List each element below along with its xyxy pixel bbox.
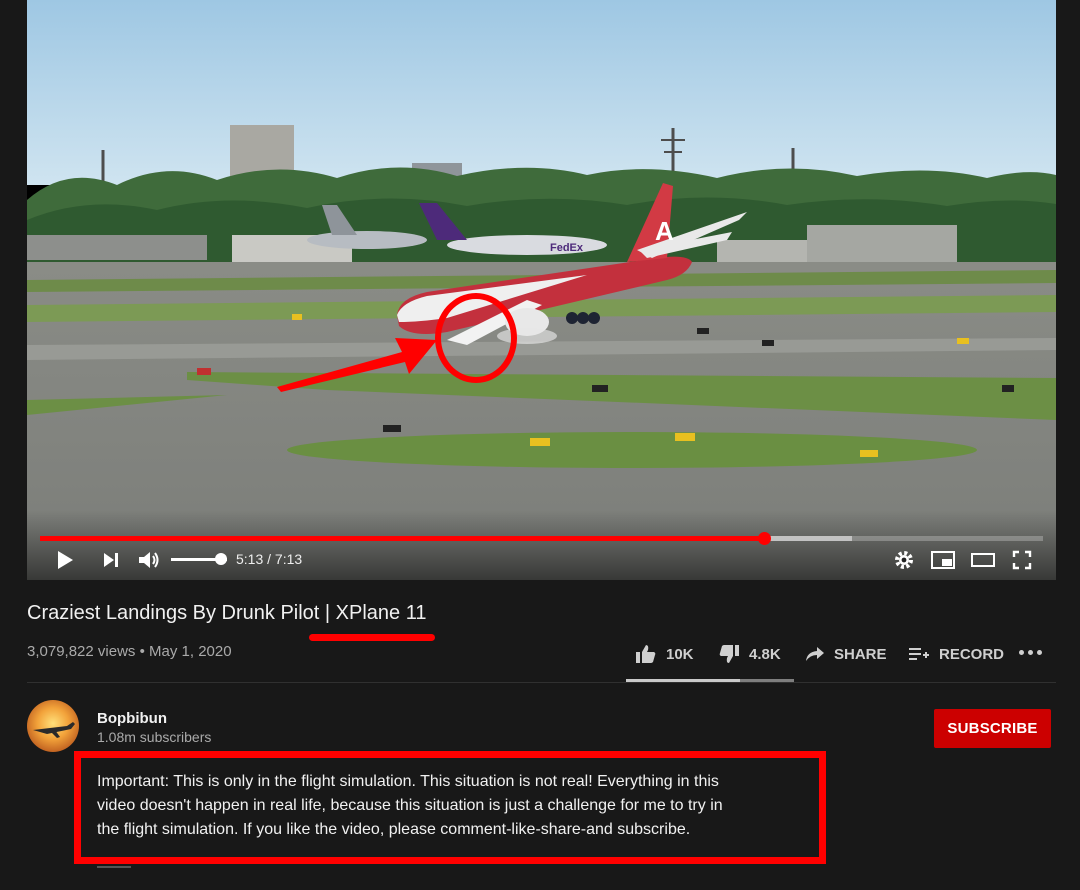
video-player[interactable]: FedEx A 5:13 / 7:13 xyxy=(27,0,1056,580)
section-divider xyxy=(27,682,1056,683)
upload-date: May 1, 2020 xyxy=(149,643,232,660)
video-frame: FedEx A xyxy=(27,0,1056,580)
like-button[interactable]: 10K xyxy=(635,642,694,666)
miniplayer-button[interactable] xyxy=(930,547,956,573)
theater-icon xyxy=(971,553,995,567)
played-bar xyxy=(40,536,765,541)
view-count: 3,079,822 views xyxy=(27,643,136,660)
show-more-button[interactable] xyxy=(97,866,131,868)
playlist-add-icon xyxy=(909,648,929,660)
progress-bar[interactable] xyxy=(40,532,1043,545)
dislike-count: 4.8K xyxy=(749,645,781,663)
dislike-button[interactable]: 4.8K xyxy=(718,642,781,666)
subscriber-count: 1.08m subscribers xyxy=(97,729,212,745)
settings-button[interactable] xyxy=(893,547,915,573)
fullscreen-icon xyxy=(1012,550,1032,570)
next-icon xyxy=(104,553,118,567)
avatar-image xyxy=(27,700,79,752)
miniplayer-icon xyxy=(931,551,955,569)
record-label: RECORD xyxy=(939,645,1005,663)
settings-icon xyxy=(895,551,913,569)
subscribe-button[interactable]: SUBSCRIBE xyxy=(934,709,1051,748)
like-count: 10K xyxy=(666,645,694,663)
more-dot-icon xyxy=(1037,650,1042,655)
share-label: SHARE xyxy=(834,645,887,663)
theater-mode-button[interactable] xyxy=(970,547,996,573)
fullscreen-button[interactable] xyxy=(1011,547,1033,573)
fedex-livery: FedEx xyxy=(550,242,584,254)
channel-name[interactable]: Bopbibun xyxy=(97,710,167,727)
video-description: Important: This is only in the flight si… xyxy=(97,770,787,842)
more-actions-button[interactable] xyxy=(1019,650,1042,655)
time-display: 5:13 / 7:13 xyxy=(236,551,303,567)
description-line: video doesn't happen in real life, becau… xyxy=(97,797,723,814)
video-title: Craziest Landings By Drunk Pilot | XPlan… xyxy=(27,602,427,624)
play-button[interactable] xyxy=(55,547,75,573)
meta-separator: • xyxy=(139,643,145,660)
tail-logo: A xyxy=(655,216,674,246)
more-dot-icon xyxy=(1028,650,1033,655)
description-line: the flight simulation. If you like the v… xyxy=(97,821,691,838)
thumbs-up-icon xyxy=(636,645,656,663)
play-icon xyxy=(58,551,73,569)
title-highlight-underline xyxy=(309,634,435,641)
video-meta: 3,079,822 views • May 1, 2020 xyxy=(27,643,232,660)
highlight-arrow xyxy=(277,338,437,392)
description-line: Important: This is only in the flight si… xyxy=(97,773,719,790)
record-button[interactable]: RECORD xyxy=(908,642,1004,666)
thumbs-down-icon xyxy=(719,645,739,663)
channel-avatar[interactable] xyxy=(27,700,79,752)
volume-icon xyxy=(139,552,159,568)
share-button[interactable]: SHARE xyxy=(805,642,887,666)
next-button[interactable] xyxy=(101,547,121,573)
share-arrow-icon xyxy=(806,647,824,661)
mute-button[interactable] xyxy=(137,547,161,573)
volume-slider-handle[interactable] xyxy=(215,553,227,565)
more-dot-icon xyxy=(1019,650,1024,655)
